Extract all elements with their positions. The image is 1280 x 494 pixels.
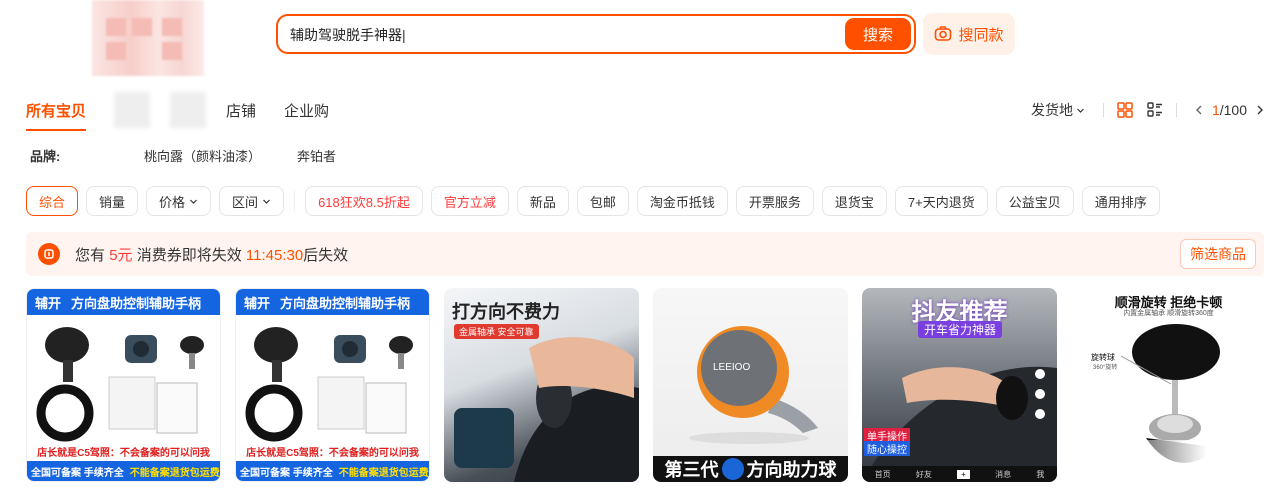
banner-title: 方向盘助控制辅助手柄	[280, 295, 411, 311]
filter-bar: 综合 销量 价格 区间 618狂欢8.5折起 官方立减 新品 包邮 淘金币抵钱 …	[26, 186, 1160, 216]
range-dropdown[interactable]: 区间	[219, 186, 285, 216]
product-notice: 店长就是C5驾照：不会备案的可以问我	[246, 448, 419, 459]
list-view-icon[interactable]	[1146, 101, 1164, 119]
filter-products-button[interactable]: 筛选商品	[1180, 239, 1256, 269]
lightning-icon	[721, 458, 744, 480]
nav-item: 消息	[995, 469, 1012, 479]
filter-new[interactable]: 新品	[516, 186, 569, 216]
product-card[interactable]: 辅开 方向盘助控制辅助手柄 店长就是C5驾照：不会备案的可以问我 全国可备案 手…	[235, 288, 430, 482]
brand-filter: 品牌: 桃向露（颜料油漆） 奔铂者	[30, 146, 372, 165]
divider	[294, 191, 296, 211]
app-nav-bar: 首页 好友 + 消息 我	[862, 466, 1057, 482]
brand-item[interactable]: 奔铂者	[297, 146, 336, 165]
page-total: /100	[1219, 102, 1247, 118]
nav-item: +	[957, 469, 970, 479]
product-footer: 第三代 方向助力球	[653, 456, 848, 482]
filter-618-discount[interactable]: 618狂欢8.5折起	[305, 186, 423, 216]
product-banner: 辅开 方向盘助控制辅助手柄	[236, 289, 429, 315]
coupon-suffix: 后失效	[303, 246, 349, 264]
chevron-down-icon	[263, 199, 270, 204]
filter-return-insurance[interactable]: 退货宝	[821, 186, 887, 216]
product-banner: 辅开 方向盘助控制辅助手柄	[27, 289, 220, 315]
knob-product-image: LEEIOO	[689, 326, 818, 444]
product-card[interactable]: LEEIOO 第三代 方向助力球	[653, 288, 848, 482]
same-style-search-button[interactable]: 搜同款	[923, 13, 1015, 55]
same-style-label: 搜同款	[958, 26, 1004, 44]
coupon-countdown: 11:45:30	[245, 246, 304, 264]
steering-knob-image	[36, 327, 204, 442]
overflow-fade	[1096, 440, 1280, 494]
range-label: 区间	[232, 194, 259, 210]
search-input[interactable]: 辅助驾驶脱手神器	[290, 25, 830, 45]
banner-brand: 辅开	[35, 295, 62, 311]
nav-item: 我	[1036, 469, 1045, 479]
site-logo[interactable]	[92, 0, 204, 76]
filter-7day-return[interactable]: 7+天内退货	[894, 186, 988, 216]
search-button[interactable]: 搜索	[845, 18, 911, 50]
tab-shops[interactable]: 店铺	[226, 100, 256, 131]
ship-from-label: 发货地	[1030, 102, 1073, 118]
price-dropdown[interactable]: 价格	[146, 186, 212, 216]
footer-highlight: 不能备案退货包运费	[129, 467, 220, 479]
product-card[interactable]: 打方向不费力 金属轴承 安全可靠	[444, 288, 639, 482]
filter-charity[interactable]: 公益宝贝	[995, 186, 1074, 216]
footer-left: 第三代	[664, 460, 719, 480]
grid-view-icon[interactable]	[1116, 101, 1134, 119]
pagination: 1/100	[1195, 102, 1264, 118]
filter-free-shipping[interactable]: 包邮	[576, 186, 629, 216]
banner-title: 方向盘助控制辅助手柄	[71, 295, 202, 311]
product-notice: 店长就是C5驾照：不会备案的可以问我	[37, 448, 210, 459]
sort-default[interactable]: 综合	[26, 186, 79, 216]
divider	[1102, 103, 1104, 117]
product-tag: 随心操控	[864, 441, 910, 456]
search-tabs: 所有宝贝 店铺 企业购	[26, 92, 357, 134]
chevron-left-icon[interactable]	[1195, 104, 1204, 116]
product-card[interactable]: 辅开 方向盘助控制辅助手柄 店长就是C5驾照：不会备案的可以问我 全国可备案 手…	[26, 288, 221, 482]
product-footer: 全国可备案 手续齐全 不能备案退货包运费	[27, 461, 220, 481]
result-toolbar: 发货地 1/100	[1031, 100, 1264, 120]
footer-right: 方向助力球	[746, 460, 837, 480]
filter-official-discount[interactable]: 官方立减	[430, 186, 509, 216]
footer-text: 全国可备案 手续齐全	[240, 467, 333, 479]
ship-from-dropdown[interactable]: 发货地	[1031, 100, 1085, 120]
coupon-message: 您有 5元 消费券即将失效 11:45:30后失效	[75, 244, 348, 265]
footer-highlight: 不能备案退货包运费	[338, 467, 429, 479]
chevron-right-icon[interactable]	[1255, 104, 1264, 116]
brand-label: 品牌:	[30, 149, 61, 164]
price-label: 价格	[159, 194, 186, 210]
coupon-middle: 消费券即将失效	[136, 246, 242, 264]
banner-brand: 辅开	[244, 295, 271, 311]
filter-invoice[interactable]: 开票服务	[735, 186, 814, 216]
product-subtitle-overlay: 开车省力神器	[918, 321, 1003, 338]
footer-text: 全国可备案 手续齐全	[31, 467, 124, 479]
coupon-prefix: 您有	[75, 246, 106, 264]
nav-item: 好友	[915, 469, 932, 479]
search-box: 辅助驾驶脱手神器 搜索	[276, 14, 916, 54]
chevron-down-icon	[1077, 108, 1084, 113]
tab-enterprise[interactable]: 企业购	[284, 100, 329, 131]
filter-taojinbi[interactable]: 淘金币抵钱	[636, 186, 728, 216]
page-current: 1	[1211, 102, 1220, 118]
coupon-icon	[38, 243, 60, 265]
product-logo: LEEIOO	[713, 362, 750, 373]
coupon-amount: 5元	[109, 246, 133, 264]
brand-item[interactable]: 桃向露（颜料油漆）	[144, 146, 261, 165]
tab-blurred[interactable]	[114, 92, 151, 128]
product-card[interactable]: 抖友推荐 开车省力神器 单手操作 随心操控 首页 好友 + 消息 我	[862, 288, 1057, 482]
coupon-banner: 您有 5元 消费券即将失效 11:45:30后失效 筛选商品	[26, 232, 1264, 276]
hand-on-wheel-image	[454, 337, 639, 482]
filter-general-sort[interactable]: 通用排序	[1081, 186, 1160, 216]
steering-knob-image	[245, 327, 413, 442]
sort-sales[interactable]: 销量	[86, 186, 139, 216]
product-grid: 辅开 方向盘助控制辅助手柄 店长就是C5驾照：不会备案的可以问我 全国可备案 手…	[26, 288, 1266, 482]
divider	[1175, 103, 1177, 117]
product-footer: 全国可备案 手续齐全 不能备案退货包运费	[236, 461, 429, 481]
nav-item: 首页	[874, 469, 891, 479]
chevron-down-icon	[190, 199, 197, 204]
camera-icon	[935, 26, 952, 41]
tab-blurred[interactable]	[170, 92, 207, 128]
tab-all-items[interactable]: 所有宝贝	[26, 100, 87, 131]
